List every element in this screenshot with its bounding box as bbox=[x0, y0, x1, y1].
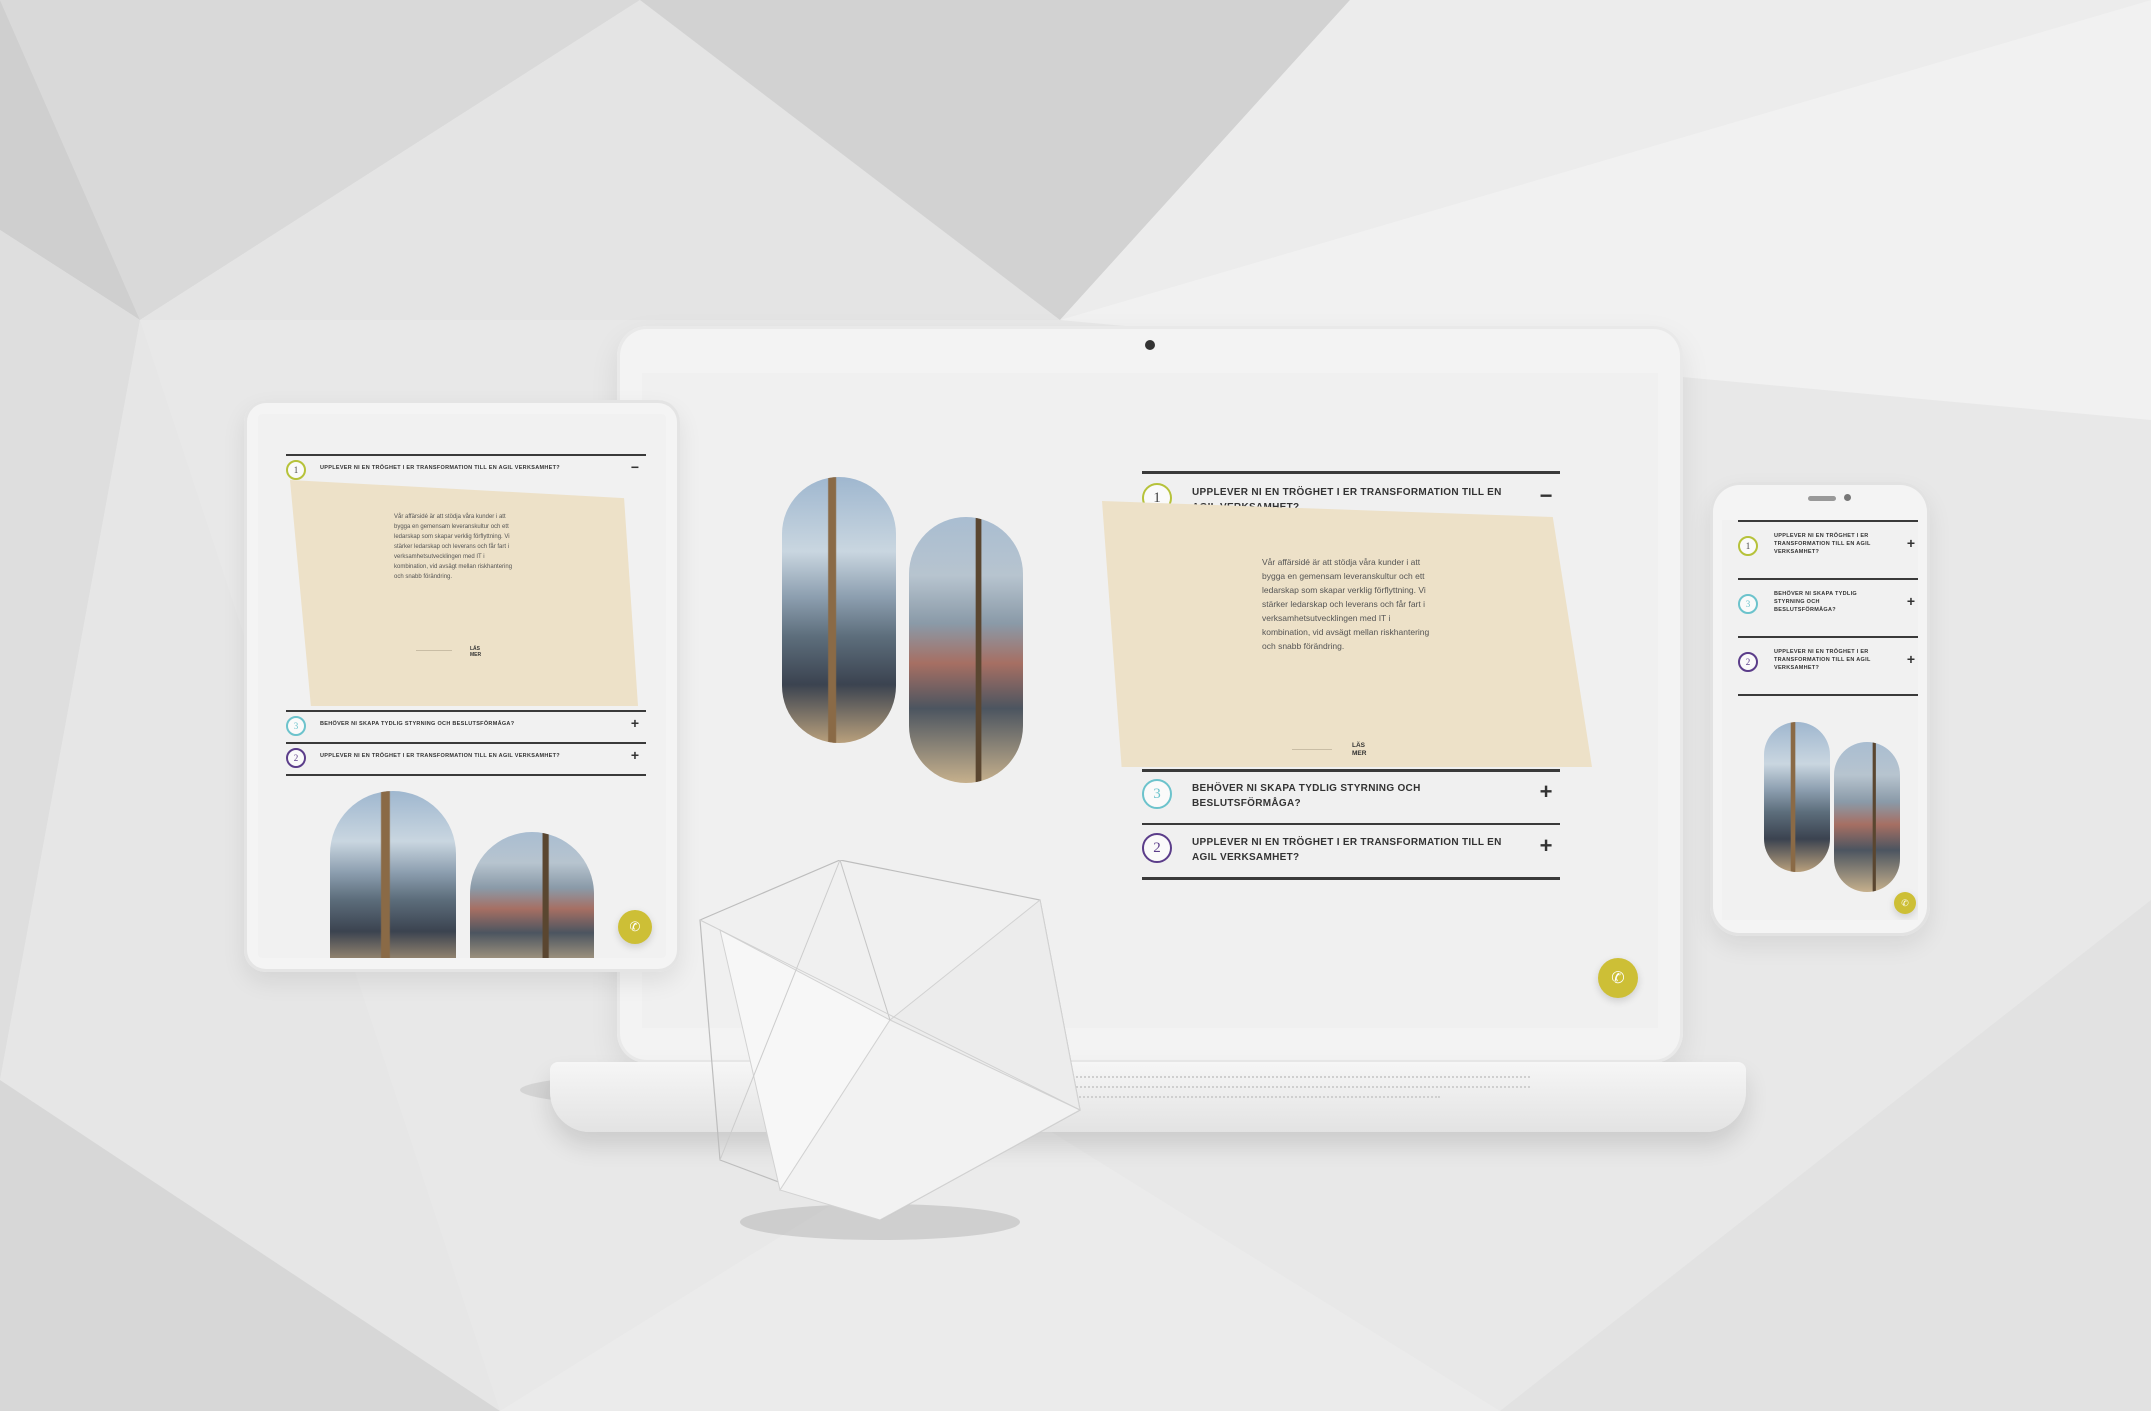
tablet-screen: 1 UPPLEVER NI EN TRÖGHET I ER TRANSFORMA… bbox=[258, 414, 666, 958]
photo-pill-right bbox=[909, 517, 1023, 783]
accordion-item[interactable]: 2 UPPLEVER NI EN TRÖGHET I ER TRANSFORMA… bbox=[1142, 831, 1560, 871]
divider bbox=[1738, 636, 1918, 638]
divider bbox=[286, 710, 646, 712]
chat-button[interactable]: ✆ bbox=[1894, 892, 1916, 914]
camera-icon bbox=[1844, 494, 1851, 501]
more-line bbox=[1292, 749, 1332, 750]
number-badge: 1 bbox=[1738, 536, 1758, 556]
divider bbox=[1142, 823, 1560, 825]
camera-icon bbox=[1145, 340, 1155, 350]
chat-icon: ✆ bbox=[1901, 897, 1909, 908]
phone-mockup: 1 UPPLEVER NI EN TRÖGHET I ER TRANSFORMA… bbox=[1710, 482, 1930, 936]
question-text: BEHÖVER NI SKAPA TYDLIG STYRNING OCH BES… bbox=[1192, 783, 1421, 809]
collapse-toggle[interactable]: − bbox=[1536, 485, 1556, 507]
number-badge: 2 bbox=[286, 748, 306, 768]
keyboard-row bbox=[1060, 1076, 1530, 1082]
number-badge: 1 bbox=[286, 460, 306, 480]
expand-toggle[interactable]: + bbox=[628, 716, 642, 730]
keyboard-row bbox=[1060, 1086, 1530, 1092]
chat-button[interactable]: ✆ bbox=[618, 910, 652, 944]
question-text: UPPLEVER NI EN TRÖGHET I ER TRANSFORMATI… bbox=[1774, 533, 1871, 555]
divider bbox=[286, 742, 646, 744]
speaker-notch bbox=[1808, 496, 1836, 501]
question-text: BEHÖVER NI SKAPA TYDLIG STYRNING OCH BES… bbox=[1774, 591, 1857, 613]
tablet-mockup: 1 UPPLEVER NI EN TRÖGHET I ER TRANSFORMA… bbox=[244, 400, 680, 972]
accordion-item[interactable]: 2 UPPLEVER NI EN TRÖGHET I ER TRANSFORMA… bbox=[286, 748, 646, 770]
number-badge: 2 bbox=[1142, 833, 1172, 863]
question-text: UPPLEVER NI EN TRÖGHET I ER TRANSFORMATI… bbox=[1192, 837, 1502, 863]
divider bbox=[1738, 520, 1918, 522]
photo-pill-left bbox=[1764, 722, 1830, 872]
photo-arch-left bbox=[330, 791, 456, 958]
divider bbox=[286, 774, 646, 776]
divider bbox=[1142, 769, 1560, 772]
accordion-item[interactable]: 3 BEHÖVER NI SKAPA TYDLIG STYRNING OCH B… bbox=[286, 716, 646, 738]
divider bbox=[1142, 471, 1560, 474]
accordion-item[interactable]: 2 UPPLEVER NI EN TRÖGHET I ER TRANSFORMA… bbox=[1738, 646, 1918, 690]
photo-pill-right bbox=[1834, 742, 1900, 892]
question-text: UPPLEVER NI EN TRÖGHET I ER TRANSFORMATI… bbox=[1774, 649, 1871, 671]
chat-button[interactable]: ✆ bbox=[1598, 958, 1638, 998]
expand-toggle[interactable]: + bbox=[628, 748, 642, 762]
expand-toggle[interactable]: + bbox=[1536, 835, 1556, 857]
question-text: UPPLEVER NI EN TRÖGHET I ER TRANSFORMATI… bbox=[320, 753, 560, 759]
photo-pill-left bbox=[782, 477, 896, 743]
accordion-item[interactable]: 3 BEHÖVER NI SKAPA TYDLIG STYRNING OCH B… bbox=[1142, 777, 1560, 817]
question-text: UPPLEVER NI EN TRÖGHET I ER TRANSFORMATI… bbox=[320, 465, 560, 471]
number-badge: 3 bbox=[1738, 594, 1758, 614]
more-line bbox=[416, 650, 452, 651]
accordion-item[interactable]: 1 UPPLEVER NI EN TRÖGHET I ER TRANSFORMA… bbox=[286, 460, 646, 482]
decorative-polyhedron bbox=[660, 859, 1130, 1221]
answer-text: Vår affärsidé är att stödja våra kunder … bbox=[1262, 557, 1430, 651]
divider bbox=[1738, 578, 1918, 580]
accordion: 1 UPPLEVER NI EN TRÖGHET I ER TRANSFORMA… bbox=[286, 454, 646, 776]
divider bbox=[1142, 877, 1560, 880]
expand-toggle[interactable]: + bbox=[1536, 781, 1556, 803]
number-badge: 3 bbox=[1142, 779, 1172, 809]
phone-screen: 1 UPPLEVER NI EN TRÖGHET I ER TRANSFORMA… bbox=[1722, 520, 1918, 920]
collapse-toggle[interactable]: − bbox=[628, 460, 642, 474]
accordion-item[interactable]: 3 BEHÖVER NI SKAPA TYDLIG STYRNING OCH B… bbox=[1738, 588, 1918, 632]
read-more-link[interactable]: LÄS MER bbox=[1352, 742, 1372, 758]
photo-arch-right bbox=[470, 832, 594, 958]
divider bbox=[1738, 694, 1918, 696]
accordion: 1 UPPLEVER NI EN TRÖGHET I ER TRANSFORMA… bbox=[1102, 471, 1592, 891]
expand-toggle[interactable]: + bbox=[1904, 652, 1918, 666]
number-badge: 3 bbox=[286, 716, 306, 736]
chat-icon: ✆ bbox=[629, 919, 641, 934]
expand-toggle[interactable]: + bbox=[1904, 594, 1918, 608]
question-text: BEHÖVER NI SKAPA TYDLIG STYRNING OCH BES… bbox=[320, 721, 515, 727]
accordion: 1 UPPLEVER NI EN TRÖGHET I ER TRANSFORMA… bbox=[1738, 520, 1918, 700]
read-more-link[interactable]: LÄS MER bbox=[470, 646, 486, 658]
number-badge: 2 bbox=[1738, 652, 1758, 672]
chat-icon: ✆ bbox=[1611, 970, 1625, 987]
answer-text: Vår affärsidé är att stödja våra kunder … bbox=[394, 514, 513, 580]
expand-toggle[interactable]: + bbox=[1904, 536, 1918, 550]
divider bbox=[286, 454, 646, 456]
accordion-item[interactable]: 1 UPPLEVER NI EN TRÖGHET I ER TRANSFORMA… bbox=[1738, 530, 1918, 574]
